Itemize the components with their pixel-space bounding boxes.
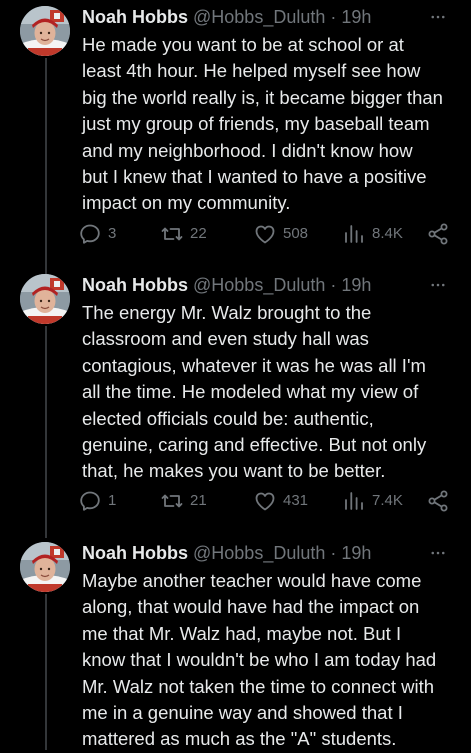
view-count: 7.4K [372,492,403,509]
like-count: 431 [283,492,309,509]
more-options-icon[interactable] [429,274,447,296]
reply-icon [78,489,102,513]
tweet-header: Noah Hobbs @Hobbs_Duluth · 19h [82,6,459,28]
heart-icon [253,489,277,513]
repost-icon [160,489,184,513]
author-name[interactable]: Noah Hobbs [82,543,188,563]
tweet-header: Noah Hobbs @Hobbs_Duluth · 19h [82,274,459,296]
share-icon [426,489,450,513]
share-button[interactable] [426,222,456,246]
tweet-timestamp[interactable]: 19h [341,275,371,295]
share-icon [426,222,450,246]
more-options-icon[interactable] [429,6,447,28]
reply-button[interactable]: 1 [78,489,116,513]
tweet-actions: 1 21 431 7.4K [78,489,458,513]
repost-button[interactable]: 22 [160,222,207,246]
reply-count: 1 [108,492,117,509]
view-count: 8.4K [372,225,403,242]
author-name[interactable]: Noah Hobbs [82,7,188,27]
reply-button[interactable]: 3 [78,222,116,246]
tweet[interactable]: Noah Hobbs @Hobbs_Duluth · 19h The energ… [0,268,471,533]
repost-count: 21 [190,492,207,509]
repost-button[interactable]: 21 [160,489,207,513]
tweet[interactable]: Noah Hobbs @Hobbs_Duluth · 19h Maybe ano… [0,536,471,750]
reply-icon [78,222,102,246]
tweet-actions: 3 22 508 8.4K [78,222,458,246]
like-button[interactable]: 431 [253,489,308,513]
reply-count: 3 [108,225,117,242]
share-button[interactable] [426,489,456,513]
tweet-thread: Noah Hobbs @Hobbs_Duluth · 19h He made y… [0,0,471,750]
more-options-icon[interactable] [429,542,447,564]
views-button[interactable]: 7.4K [342,489,403,513]
tweet-timestamp[interactable]: 19h [341,543,371,563]
header-separator: · [330,7,337,27]
tweet-timestamp[interactable]: 19h [341,7,371,27]
avatar[interactable] [20,274,70,324]
views-bar-chart-icon [342,222,366,246]
tweet-text: He made you want to be at school or at l… [82,34,443,214]
tweet-text: The energy Mr. Walz brought to the class… [82,302,427,482]
header-separator: · [330,543,337,563]
tweet[interactable]: Noah Hobbs @Hobbs_Duluth · 19h He made y… [0,0,471,265]
author-name[interactable]: Noah Hobbs [82,275,188,295]
like-button[interactable]: 508 [253,222,308,246]
repost-icon [160,222,184,246]
tweet-text: Maybe another teacher would have come al… [82,570,437,750]
avatar[interactable] [20,6,70,56]
author-handle[interactable]: @Hobbs_Duluth [193,275,325,295]
views-bar-chart-icon [342,489,366,513]
tweet-header: Noah Hobbs @Hobbs_Duluth · 19h [82,542,459,564]
avatar[interactable] [20,542,70,592]
views-button[interactable]: 8.4K [342,222,403,246]
author-handle[interactable]: @Hobbs_Duluth [193,543,325,563]
like-count: 508 [283,225,309,242]
heart-icon [253,222,277,246]
repost-count: 22 [190,225,207,242]
author-handle[interactable]: @Hobbs_Duluth [193,7,325,27]
header-separator: · [330,275,337,295]
